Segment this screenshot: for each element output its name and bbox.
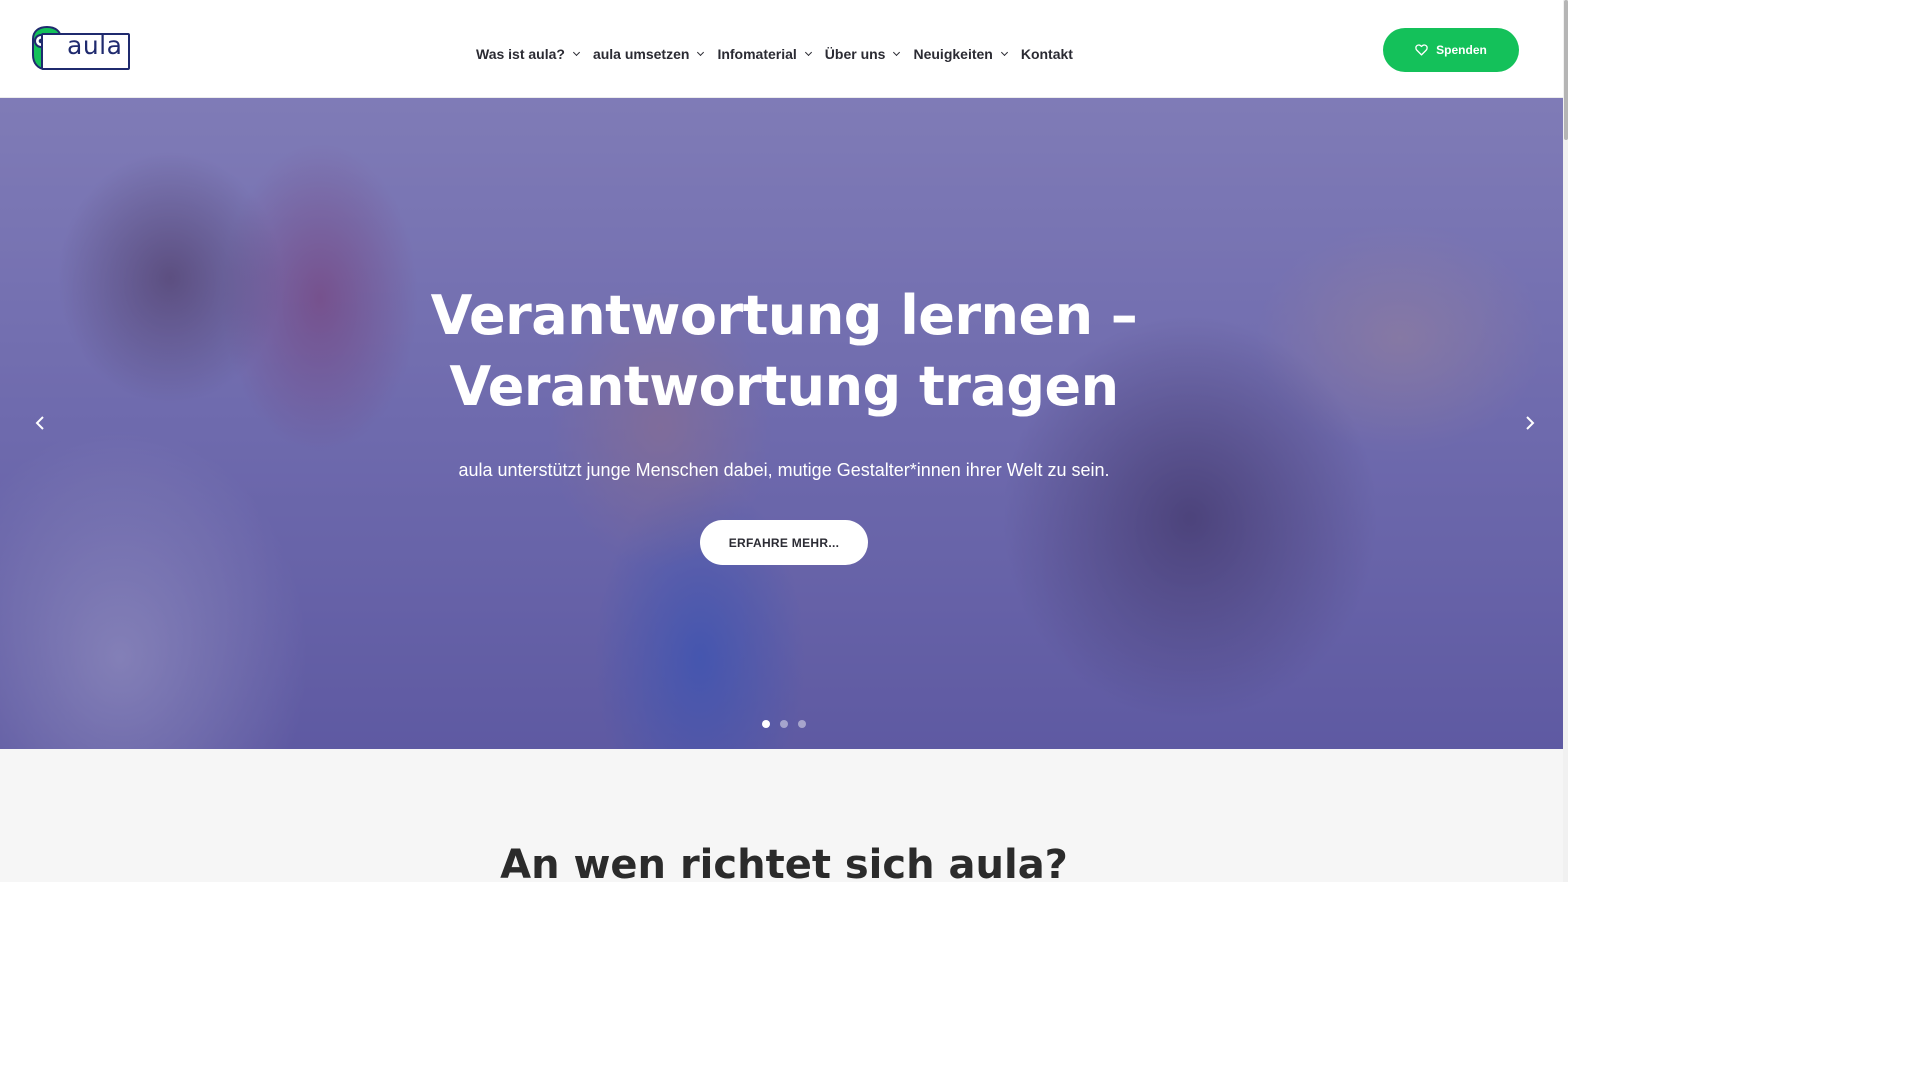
- nav-item-label: Was ist aula?: [476, 46, 565, 62]
- hero-image-overlay: [0, 98, 1568, 749]
- donate-button-label: Spenden: [1436, 43, 1487, 57]
- hero-title-line-1: Verantwortung lernen –: [430, 284, 1138, 347]
- nav-item-label: Infomaterial: [717, 46, 797, 62]
- donate-button[interactable]: Spenden: [1383, 28, 1519, 72]
- chevron-left-icon[interactable]: [34, 416, 48, 430]
- hero-slider: Verantwortung lernen – Verantwortung tra…: [0, 98, 1568, 749]
- slider-dot-1[interactable]: [762, 720, 770, 728]
- nav-item-was-ist-aula[interactable]: Was ist aula?: [476, 46, 580, 62]
- chevron-down-icon: [697, 48, 705, 56]
- slider-dot-3[interactable]: [798, 720, 806, 728]
- audience-section: An wen richtet sich aula?: [0, 749, 1568, 882]
- chevron-down-icon: [804, 48, 812, 56]
- heart-icon: [1415, 44, 1428, 56]
- hero-subtitle: aula unterstützt junge Menschen dabei, m…: [458, 460, 1110, 480]
- chevron-right-icon[interactable]: [1522, 416, 1536, 430]
- hero-title-line-2: Verantwortung tragen: [449, 355, 1119, 418]
- scrollbar-thumb[interactable]: [1564, 0, 1568, 140]
- learn-more-button[interactable]: ERFAHRE MEHR...: [700, 520, 868, 565]
- hero-title: Verantwortung lernen – Verantwortung tra…: [0, 280, 1568, 422]
- logo[interactable]: aula: [31, 25, 131, 71]
- site-header: aula Was ist aula? aula umsetzen Infomat…: [0, 0, 1563, 98]
- nav-item-infomaterial[interactable]: Infomaterial: [717, 46, 812, 62]
- nav-item-label: aula umsetzen: [592, 46, 690, 62]
- nav-item-label: Neuigkeiten: [913, 46, 993, 62]
- nav-item-ueber-uns[interactable]: Über uns: [824, 46, 901, 62]
- nav-item-aula-umsetzen[interactable]: aula umsetzen: [592, 46, 705, 62]
- slider-dot-2[interactable]: [780, 720, 788, 728]
- nav-item-label: Kontakt: [1020, 46, 1073, 62]
- chevron-down-icon: [572, 48, 580, 56]
- main-nav: Was ist aula? aula umsetzen Infomaterial…: [476, 44, 1087, 64]
- chevron-down-icon: [893, 48, 901, 56]
- nav-item-neuigkeiten[interactable]: Neuigkeiten: [913, 46, 1008, 62]
- nav-item-label: Über uns: [824, 46, 886, 62]
- section-title: An wen richtet sich aula?: [500, 842, 1068, 882]
- page: aula Was ist aula? aula umsetzen Infomat…: [0, 0, 1568, 882]
- nav-item-kontakt[interactable]: Kontakt: [1021, 46, 1073, 62]
- logo-wordmark: aula: [67, 31, 123, 60]
- slider-pagination: [762, 720, 806, 728]
- chevron-down-icon: [1000, 48, 1008, 56]
